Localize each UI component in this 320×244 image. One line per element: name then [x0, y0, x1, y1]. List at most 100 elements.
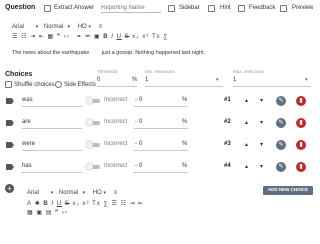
toggle-knob [86, 119, 93, 126]
italic-icon[interactable]: I [111, 34, 114, 40]
indent-icon[interactable]: ⇥ [30, 33, 36, 40]
font-color-icon[interactable]: A [27, 201, 32, 207]
font-select[interactable]: Arial [27, 190, 49, 196]
delete-icon[interactable]: ▮ [296, 140, 306, 150]
choice-underline [22, 150, 82, 151]
move-up-icon[interactable]: ▴ [245, 97, 248, 104]
move-up-icon[interactable]: ▴ [245, 141, 248, 148]
strike-icon[interactable]: S [125, 34, 130, 40]
edit-icon[interactable]: ✎ [276, 96, 286, 106]
superscript-icon[interactable]: x² [142, 34, 149, 40]
delete-icon[interactable]: ▮ [296, 162, 306, 172]
link-icon[interactable]: ⚭ [76, 33, 82, 40]
clear-format-icon[interactable]: Tx [92, 201, 101, 207]
score-underline [134, 128, 188, 129]
reporting-name-input[interactable] [101, 3, 161, 13]
choice-text[interactable]: are [22, 119, 31, 125]
image-icon[interactable]: ▣ [36, 209, 43, 216]
table-icon[interactable]: ▦ [48, 33, 55, 40]
heading-select[interactable]: HO [93, 190, 102, 196]
score-value[interactable]: 0 [139, 97, 142, 103]
move-down-icon[interactable]: ▾ [260, 119, 263, 126]
move-down-icon[interactable]: ▾ [260, 97, 263, 104]
score-sign: - [135, 97, 137, 103]
score-unit: % [182, 163, 188, 169]
edit-icon[interactable]: ✎ [276, 140, 286, 150]
italic-icon[interactable]: I [51, 201, 54, 207]
min-selections-value[interactable]: 1 [145, 77, 148, 83]
preview-checkbox[interactable] [280, 5, 287, 12]
size-select[interactable]: Normal [59, 190, 81, 196]
bold-icon[interactable]: B [103, 34, 108, 40]
edit-icon[interactable]: ✎ [276, 118, 286, 128]
feedback-checkbox[interactable] [238, 5, 245, 12]
table-icon[interactable]: ▦ [27, 209, 34, 216]
min-caret-icon[interactable]: ▾ [216, 77, 219, 83]
quote-icon[interactable]: ❞ [55, 209, 59, 216]
sidebar-checkbox[interactable] [168, 5, 175, 12]
list-number-icon[interactable]: ☷ [121, 200, 127, 207]
formula-icon[interactable]: ∑ [103, 201, 108, 207]
delete-icon[interactable]: ▮ [296, 96, 306, 106]
formula-icon[interactable]: ∑ [163, 34, 168, 40]
threshold-value[interactable]: 0 [97, 77, 100, 83]
move-up-icon[interactable]: ▴ [245, 163, 248, 170]
special-char-icon[interactable]: ✱ [35, 200, 41, 207]
max-selections-value[interactable]: 1 [233, 77, 236, 83]
question-text[interactable]: The news about the earthquake just a gos… [12, 50, 205, 56]
score-underline [134, 172, 188, 173]
choice-text[interactable]: has [22, 163, 32, 169]
score-value[interactable]: 0 [139, 163, 142, 169]
score-unit: % [182, 119, 188, 125]
max-caret-icon[interactable]: ▾ [305, 77, 308, 83]
edit-icon[interactable]: ✎ [276, 162, 286, 172]
quote-icon[interactable]: ❞ [57, 33, 61, 40]
align-icon[interactable]: ≡ [99, 24, 103, 30]
choice-text[interactable]: were [22, 141, 35, 147]
underline-icon[interactable]: U [117, 34, 122, 40]
extract-answer-checkbox[interactable] [44, 5, 51, 12]
choice-tag-icon [6, 98, 14, 104]
outdent-icon[interactable]: ⇤ [39, 33, 45, 40]
choice-index: #1 [224, 97, 231, 103]
list-bullet-icon[interactable]: ☰ [12, 33, 18, 40]
font-select[interactable]: Arial [12, 24, 34, 30]
align-icon[interactable]: ≡ [114, 190, 118, 196]
subscript-icon[interactable]: x₂ [72, 201, 79, 207]
shuffle-checkbox[interactable] [5, 81, 12, 88]
score-sign: - [135, 163, 137, 169]
bold-icon[interactable]: B [43, 201, 48, 207]
delete-icon[interactable]: ▮ [296, 118, 306, 128]
clear-format-icon[interactable]: Tx [152, 34, 161, 40]
size-select[interactable]: Normal [44, 24, 66, 30]
indent-icon[interactable]: ⇥ [130, 200, 136, 207]
add-choice-icon[interactable]: + [5, 184, 14, 193]
code-icon[interactable]: ‹› [62, 210, 68, 216]
choice-text[interactable]: was [22, 97, 33, 103]
move-down-icon[interactable]: ▾ [260, 141, 263, 148]
underline-icon[interactable]: U [57, 201, 62, 207]
strike-icon[interactable]: S [65, 201, 70, 207]
add-new-choice-button[interactable]: ADD NEW CHOICE [263, 186, 313, 195]
outdent-icon[interactable]: ⇤ [138, 200, 144, 207]
move-up-icon[interactable]: ▴ [245, 119, 248, 126]
code-icon[interactable]: ‹› [64, 34, 70, 40]
toggle-knob [86, 97, 93, 104]
heading-caret-icon: ▾ [103, 190, 106, 196]
heading-select[interactable]: HO [78, 24, 87, 30]
side-effects-radio[interactable] [55, 81, 62, 88]
list-number-icon[interactable]: ☷ [21, 33, 27, 40]
image-icon[interactable]: ▣ [94, 33, 101, 40]
hint-checkbox[interactable] [208, 5, 215, 12]
score-value[interactable]: 0 [139, 119, 142, 125]
unlink-icon[interactable]: ⚮ [85, 33, 91, 40]
list-bullet-icon[interactable]: ☰ [111, 200, 117, 207]
subscript-icon[interactable]: x₂ [132, 34, 139, 40]
choice-index: #2 [224, 119, 231, 125]
superscript-icon[interactable]: x² [82, 201, 89, 207]
sidebar-label: Sidebar [179, 5, 200, 11]
heading-caret-icon: ▾ [88, 24, 91, 30]
score-value[interactable]: 0 [139, 141, 142, 147]
grid-icon[interactable]: ▤ [46, 209, 53, 216]
move-down-icon[interactable]: ▾ [260, 163, 263, 170]
